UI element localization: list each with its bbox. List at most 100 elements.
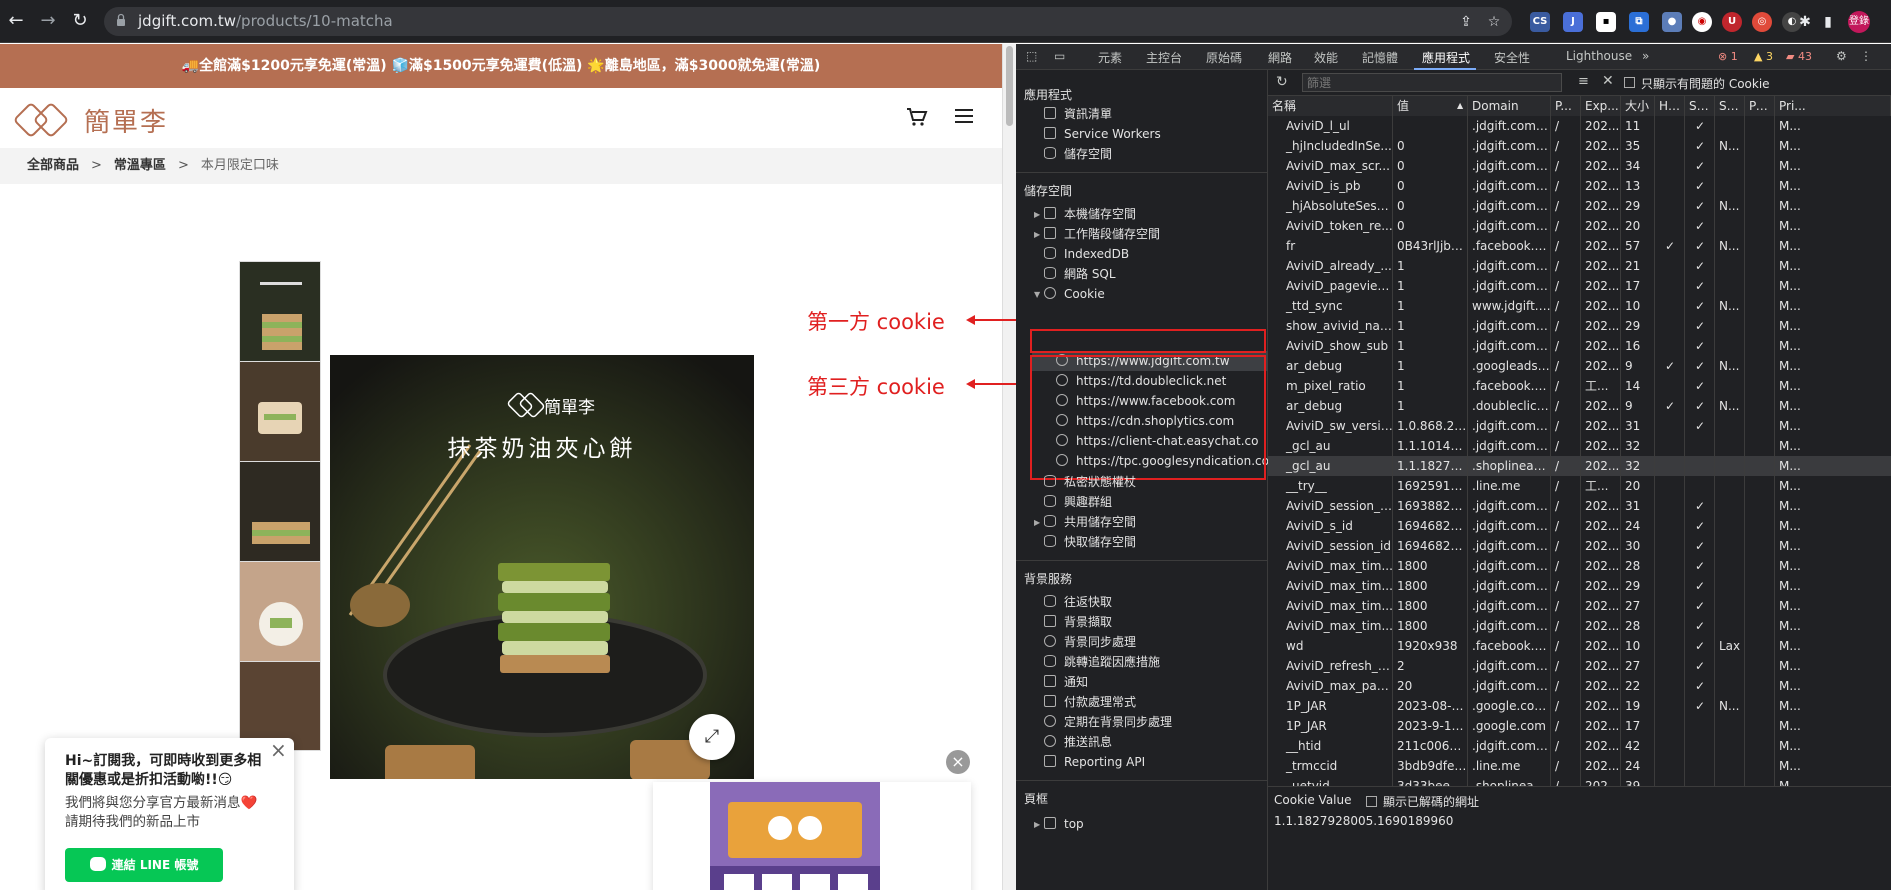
- delete-icon[interactable]: ✕: [1602, 73, 1614, 89]
- profile-avatar[interactable]: 登錄: [1848, 11, 1870, 33]
- sidebar-item-payment-handler[interactable]: 付款處理常式: [1044, 692, 1136, 712]
- extension-icon[interactable]: ▪: [1596, 12, 1616, 32]
- lock-icon[interactable]: [116, 13, 126, 27]
- sidebar-item-web-sql[interactable]: 網路 SQL: [1044, 264, 1116, 284]
- logo-text[interactable]: 簡單李: [84, 102, 168, 139]
- extension-icon[interactable]: J: [1563, 12, 1583, 32]
- product-main-image[interactable]: 簡單李 抹茶奶油夾心餅: [330, 355, 754, 779]
- tab-lighthouse[interactable]: Lighthouse: [1566, 49, 1632, 63]
- device-toolbar-icon[interactable]: ▭: [1054, 49, 1065, 63]
- issues-badge[interactable]: ▰ 43: [1786, 50, 1812, 63]
- gear-icon[interactable]: ⚙: [1836, 49, 1847, 63]
- logo-icon[interactable]: [14, 100, 74, 140]
- product-thumbnail[interactable]: [239, 261, 321, 371]
- reload-icon[interactable]: ↻: [70, 11, 90, 31]
- page-scrollbar[interactable]: [1002, 44, 1016, 890]
- breadcrumb-item[interactable]: 常溫專區: [114, 158, 166, 173]
- tab-elements[interactable]: 元素: [1098, 49, 1122, 66]
- expand-triangle-icon[interactable]: ▶: [1034, 230, 1040, 239]
- extension-icon[interactable]: CS: [1530, 12, 1550, 32]
- column-divider[interactable]: [1620, 96, 1621, 786]
- expand-image-button[interactable]: ⤢: [689, 714, 735, 760]
- sidebar-item-reporting-api[interactable]: Reporting API: [1044, 752, 1145, 772]
- sidebar-item-bfcache[interactable]: 往返快取: [1044, 592, 1112, 612]
- tab-network[interactable]: 網路: [1268, 49, 1292, 66]
- cart-icon[interactable]: [906, 106, 928, 128]
- sidebar-item-private-state-tokens[interactable]: 私密狀態權杖: [1044, 472, 1136, 492]
- column-divider[interactable]: [1580, 96, 1581, 786]
- sidebar-item-storage[interactable]: 儲存空間: [1044, 144, 1112, 164]
- column-header[interactable]: Pri...: [1775, 96, 1891, 116]
- column-header[interactable]: Domain: [1468, 96, 1551, 116]
- column-header[interactable]: 名稱: [1268, 96, 1393, 116]
- tab-performance[interactable]: 效能: [1314, 49, 1338, 66]
- extension-icon[interactable]: ◎: [1752, 12, 1772, 32]
- ublock-icon[interactable]: U: [1722, 12, 1742, 32]
- sidebar-item-background-fetch[interactable]: 背景擷取: [1044, 612, 1112, 632]
- bookmark-star-icon[interactable]: ☆: [1486, 14, 1502, 30]
- breadcrumb-item[interactable]: 全部商品: [27, 158, 79, 173]
- expand-triangle-icon[interactable]: ▶: [1034, 210, 1040, 219]
- close-icon[interactable]: ×: [946, 750, 970, 774]
- extension-icon[interactable]: ◉: [1692, 12, 1712, 32]
- share-icon[interactable]: ⇪: [1458, 14, 1474, 30]
- column-divider[interactable]: [1550, 96, 1551, 786]
- sidebar-item-interest-groups[interactable]: 興趣群組: [1044, 492, 1112, 512]
- sidebar-item-service-workers[interactable]: Service Workers: [1044, 124, 1161, 144]
- address-bar[interactable]: jdgift.com.tw/products/10-matcha ⇪ ☆: [104, 7, 1512, 36]
- extension-icon[interactable]: ●: [1662, 12, 1682, 32]
- side-panel-icon[interactable]: ▮: [1818, 12, 1838, 32]
- puzzle-icon-glyph[interactable]: ✱: [1795, 12, 1815, 32]
- cookie-value-text[interactable]: 1.1.1827928005.1690189960: [1274, 814, 1453, 828]
- sidebar-item-indexeddb[interactable]: IndexedDB: [1044, 244, 1129, 264]
- column-divider[interactable]: [1392, 96, 1393, 786]
- sidebar-item-periodic-sync[interactable]: 定期在背景同步處理: [1044, 712, 1172, 732]
- column-divider[interactable]: [1467, 96, 1468, 786]
- product-thumbnail[interactable]: [239, 461, 321, 571]
- more-tabs-icon[interactable]: »: [1642, 49, 1649, 63]
- line-connect-button[interactable]: 連結 LINE 帳號: [65, 848, 223, 882]
- promo-card-image[interactable]: [710, 782, 880, 890]
- column-divider[interactable]: [1714, 96, 1715, 786]
- tab-sources[interactable]: 原始碼: [1206, 49, 1242, 66]
- sidebar-item-frame-top[interactable]: top: [1044, 814, 1084, 834]
- product-thumbnail[interactable]: [239, 361, 321, 471]
- expand-triangle-icon[interactable]: ▶: [1034, 518, 1040, 527]
- sidebar-item-push-messaging[interactable]: 推送訊息: [1044, 732, 1112, 752]
- clear-filtered-icon[interactable]: ≡: [1578, 74, 1589, 89]
- expand-triangle-icon[interactable]: ▶: [1034, 820, 1040, 829]
- sidebar-item-session-storage[interactable]: 工作階段儲存空間: [1044, 224, 1160, 244]
- forward-icon[interactable]: →: [38, 11, 58, 31]
- sidebar-item-cookies[interactable]: Cookie: [1044, 284, 1105, 304]
- tab-security[interactable]: 安全性: [1494, 49, 1530, 66]
- column-header[interactable]: 大小: [1621, 96, 1655, 116]
- scrollbar-thumb[interactable]: [1006, 46, 1013, 126]
- tab-memory[interactable]: 記憶體: [1362, 49, 1398, 66]
- cookie-filter-input[interactable]: [1302, 73, 1562, 92]
- product-thumbnail[interactable]: [239, 561, 321, 671]
- column-header[interactable]: Se...: [1685, 96, 1715, 116]
- tab-application[interactable]: 應用程式: [1422, 49, 1470, 66]
- sidebar-item-cache-storage[interactable]: 快取儲存空間: [1044, 532, 1136, 552]
- column-divider[interactable]: [1774, 96, 1775, 786]
- sidebar-item-manifest[interactable]: 資訊清單: [1044, 104, 1112, 124]
- sidebar-item-background-sync[interactable]: 背景同步處理: [1044, 632, 1136, 652]
- back-icon[interactable]: ←: [6, 11, 26, 31]
- error-badge[interactable]: ⊗ 1: [1718, 50, 1738, 63]
- sidebar-item-bounce-tracking[interactable]: 跳轉追蹤因應措施: [1044, 652, 1160, 672]
- close-icon[interactable]: ×: [270, 738, 287, 762]
- show-decoded-checkbox[interactable]: [1366, 796, 1377, 807]
- sidebar-item-notifications[interactable]: 通知: [1044, 672, 1088, 692]
- column-divider[interactable]: [1684, 96, 1685, 786]
- column-divider[interactable]: [1654, 96, 1655, 786]
- collapse-triangle-icon[interactable]: ▼: [1034, 290, 1040, 299]
- sidebar-item-shared-storage[interactable]: 共用儲存空間: [1044, 512, 1136, 532]
- column-header[interactable]: Pa...: [1745, 96, 1775, 116]
- hamburger-menu-icon[interactable]: [955, 108, 973, 124]
- sidebar-item-local-storage[interactable]: 本機儲存空間: [1044, 204, 1136, 224]
- column-header[interactable]: P...: [1551, 96, 1581, 116]
- warning-badge[interactable]: ▲ 3: [1754, 50, 1773, 63]
- column-divider[interactable]: [1744, 96, 1745, 786]
- tab-console[interactable]: 主控台: [1146, 49, 1182, 66]
- extension-icon[interactable]: ⧉: [1629, 12, 1649, 32]
